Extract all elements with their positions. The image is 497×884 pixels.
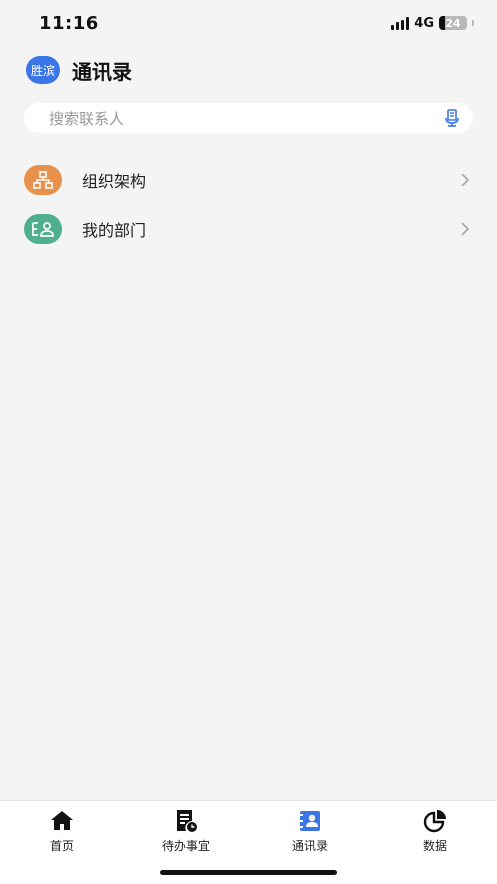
- org-chart-icon: [24, 164, 62, 195]
- status-time: 11:16: [39, 13, 99, 34]
- department-icon: [24, 213, 62, 244]
- tab-label: 首页: [49, 839, 74, 853]
- home-icon: [51, 811, 73, 830]
- tab-label: 数据: [422, 839, 447, 853]
- battery-icon: 24: [439, 16, 467, 30]
- contacts-icon: [300, 811, 320, 831]
- tab-home[interactable]: 首页: [17, 809, 107, 854]
- list-item-org-structure[interactable]: 组织架构: [0, 155, 497, 204]
- home-indicator[interactable]: [160, 870, 337, 875]
- status-indicators: 4G 24: [391, 15, 474, 31]
- chevron-right-icon: [461, 221, 470, 236]
- network-type: 4G: [414, 15, 434, 31]
- voice-search-icon[interactable]: [443, 109, 461, 127]
- search-input[interactable]: 搜索联系人: [24, 103, 473, 133]
- chevron-right-icon: [461, 172, 470, 187]
- search-placeholder: 搜索联系人: [49, 109, 125, 128]
- list-item-my-department[interactable]: 我的部门: [0, 204, 497, 253]
- signal-icon: [391, 16, 410, 30]
- todo-icon: [177, 810, 197, 832]
- battery-level: 24: [445, 16, 461, 30]
- tab-data[interactable]: 数据: [390, 809, 480, 854]
- pie-chart-icon: [423, 810, 446, 833]
- page-title: 通讯录: [72, 59, 132, 84]
- battery-tip: [472, 20, 474, 26]
- tab-label: 通讯录: [291, 839, 328, 853]
- contacts-list: 组织架构 我的部门: [0, 155, 497, 253]
- tab-todo[interactable]: 待办事宜: [141, 809, 231, 854]
- list-item-label: 组织架构: [82, 171, 147, 191]
- status-bar: 11:16 4G 24: [0, 0, 497, 46]
- avatar[interactable]: 胜滨: [26, 56, 60, 84]
- tab-label: 待办事宜: [161, 839, 210, 853]
- header: 胜滨 通讯录: [26, 55, 132, 85]
- tab-contacts[interactable]: 通讯录: [265, 809, 355, 854]
- list-item-label: 我的部门: [82, 220, 147, 240]
